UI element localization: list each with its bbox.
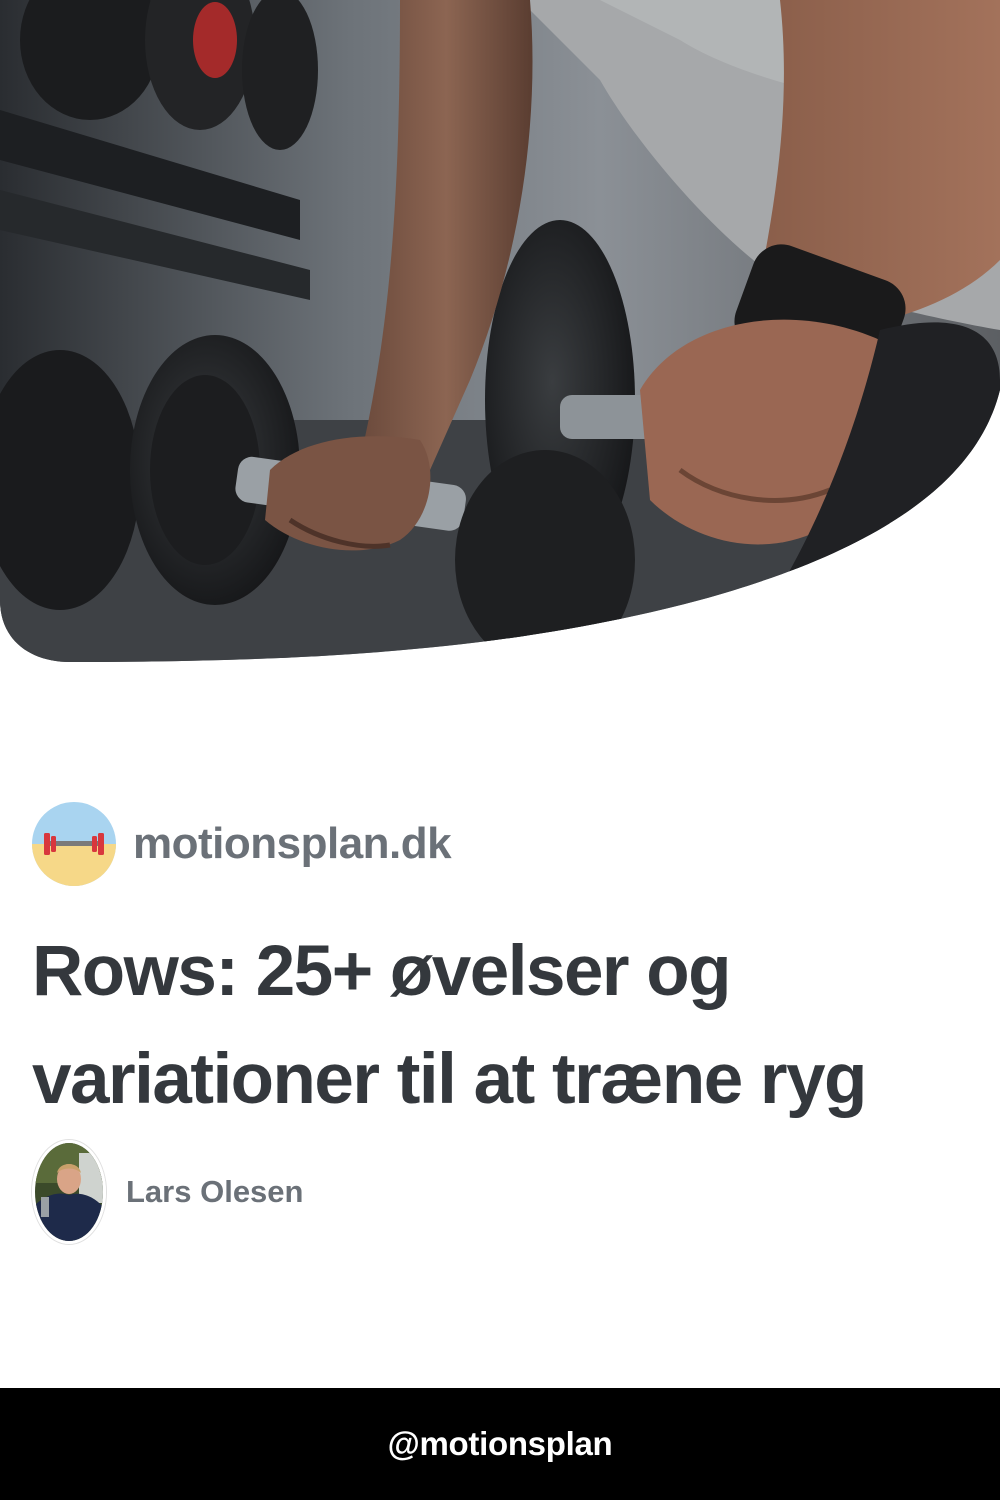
author-byline[interactable]: Lars Olesen <box>32 1140 303 1244</box>
dumbbell-icon <box>32 802 116 886</box>
footer-bar: @motionsplan <box>0 1388 1000 1500</box>
social-handle[interactable]: @motionsplan <box>388 1425 613 1463</box>
site-header[interactable]: motionsplan.dk <box>32 802 452 886</box>
article-title-line-2: variationer til at træne ryg <box>32 1040 867 1119</box>
article-title-line-1: Rows: 25+ øvelser og <box>32 932 732 1011</box>
site-name[interactable]: motionsplan.dk <box>133 819 452 869</box>
avatar <box>32 1140 106 1244</box>
hero-photo <box>0 0 1000 665</box>
article-title[interactable]: Rows: 25+ øvelser og variationer til at … <box>32 918 932 1134</box>
author-name[interactable]: Lars Olesen <box>126 1174 303 1210</box>
